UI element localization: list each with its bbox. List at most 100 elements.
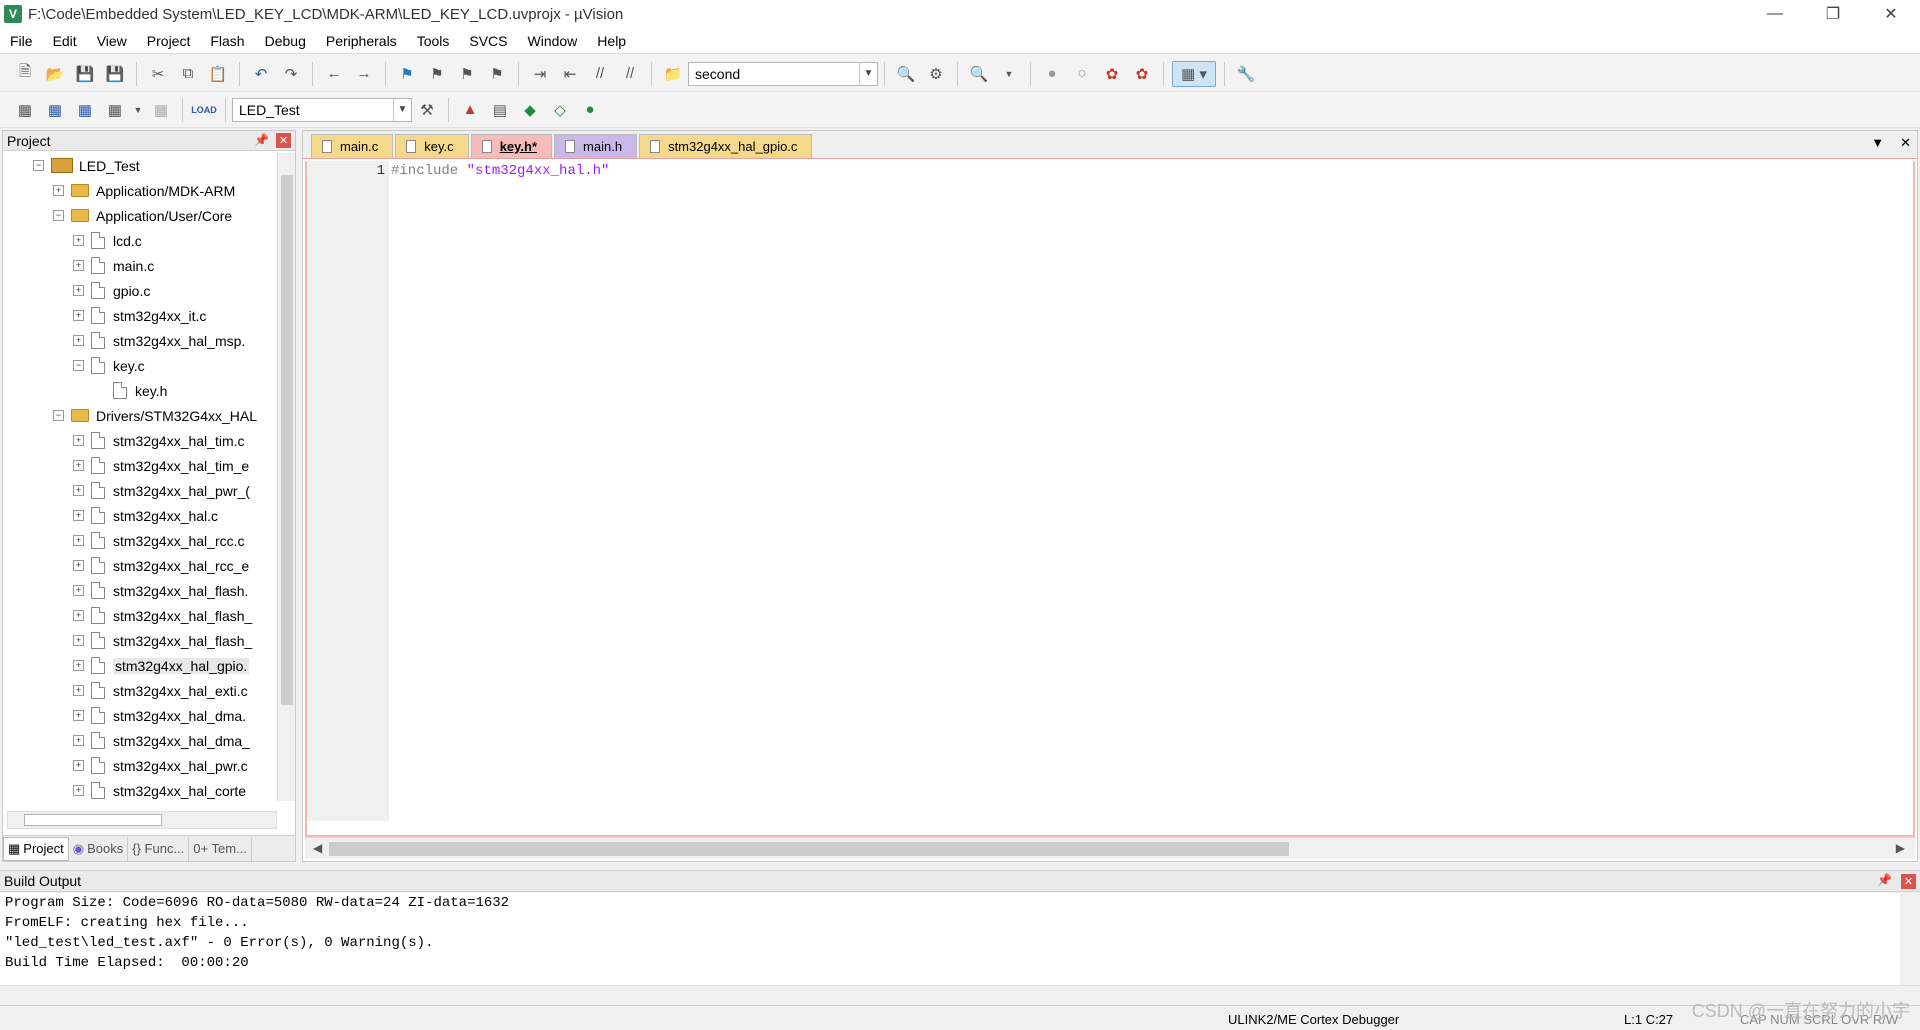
expand-icon[interactable]: + (73, 285, 84, 296)
copy-icon[interactable]: ⧉ (175, 61, 201, 87)
rebuild-icon[interactable]: ▦ (72, 97, 98, 123)
download-icon[interactable]: LOAD (191, 97, 217, 123)
tree-item[interactable]: + stm32g4xx_hal_dma. (3, 703, 277, 728)
tree-item[interactable]: − key.c (3, 353, 277, 378)
menu-edit[interactable]: Edit (43, 28, 87, 54)
code-editor[interactable]: 1 #include "stm32g4xx_hal.h" (305, 161, 1915, 837)
manage-project-items-icon[interactable]: ▲ (457, 97, 483, 123)
select-software-packs-icon[interactable]: ◇ (547, 97, 573, 123)
tree-item[interactable]: + main.c (3, 253, 277, 278)
tab-project[interactable]: ▦ Project (3, 836, 69, 861)
tree-item[interactable]: + stm32g4xx_hal_flash_ (3, 603, 277, 628)
tree-item[interactable]: + stm32g4xx_hal_gpio. (3, 653, 277, 678)
menu-peripherals[interactable]: Peripherals (316, 28, 407, 54)
menu-flash[interactable]: Flash (200, 28, 254, 54)
expand-icon[interactable]: + (73, 535, 84, 546)
collapse-icon[interactable]: − (33, 160, 44, 171)
expand-icon[interactable]: + (53, 185, 64, 196)
close-icon[interactable]: ✕ (1901, 874, 1916, 889)
minimize-button[interactable]: — (1746, 0, 1804, 28)
tree-item[interactable]: + stm32g4xx_hal_tim.c (3, 428, 277, 453)
expand-icon[interactable]: + (73, 735, 84, 746)
editor-horizontal-scrollbar[interactable]: ◀ ▶ (305, 837, 1915, 859)
tree-item[interactable]: key.h (3, 378, 277, 403)
close-icon[interactable]: ✕ (1900, 135, 1911, 151)
bookmark-prev-icon[interactable]: ⚑ (424, 61, 450, 87)
tree-item[interactable]: − LED_Test (3, 153, 277, 178)
expand-icon[interactable]: + (73, 710, 84, 721)
tree-horizontal-scrollbar[interactable] (7, 811, 277, 829)
tree-item[interactable]: + stm32g4xx_hal_exti.c (3, 678, 277, 703)
tree-item[interactable]: + stm32g4xx_hal_pwr_( (3, 478, 277, 503)
collapse-icon[interactable]: − (53, 210, 64, 221)
save-all-icon[interactable]: 💾 (102, 61, 128, 87)
expand-icon[interactable]: + (73, 685, 84, 696)
cut-icon[interactable]: ✂ (145, 61, 171, 87)
indent-icon[interactable]: ⇥ (527, 61, 553, 87)
scrollbar-thumb[interactable] (281, 175, 293, 705)
menu-debug[interactable]: Debug (255, 28, 316, 54)
editor-tab[interactable]: key.c (395, 134, 469, 158)
pin-icon[interactable]: 📌 (1877, 873, 1892, 887)
expand-icon[interactable]: + (73, 560, 84, 571)
close-icon[interactable]: ✕ (276, 133, 291, 148)
start-debug-icon[interactable]: 🔍 (966, 61, 992, 87)
bookmark-clear-icon[interactable]: ⚑ (484, 61, 510, 87)
collapse-icon[interactable]: − (53, 410, 64, 421)
redo-icon[interactable]: ↷ (278, 61, 304, 87)
editor-tab[interactable]: stm32g4xx_hal_gpio.c (639, 134, 813, 158)
tree-item[interactable]: + stm32g4xx_hal_pwr.c (3, 753, 277, 778)
build-output-text[interactable]: Program Size: Code=6096 RO-data=5080 RW-… (0, 893, 1920, 985)
tab-list-dropdown-icon[interactable]: ▼ (1871, 135, 1884, 151)
translate-icon[interactable]: ▦ (12, 97, 38, 123)
tree-item[interactable]: + stm32g4xx_hal_rcc_e (3, 553, 277, 578)
tree-item[interactable]: + stm32g4xx_hal_corte (3, 778, 277, 803)
build-output-vertical-scrollbar[interactable] (1900, 893, 1920, 985)
editor-tab[interactable]: main.c (311, 134, 394, 158)
tree-item[interactable]: + stm32g4xx_hal.c (3, 503, 277, 528)
tree-item[interactable]: + stm32g4xx_hal_rcc.c (3, 528, 277, 553)
tree-item[interactable]: + lcd.c (3, 228, 277, 253)
pack-installer-icon[interactable]: ◆ (517, 97, 543, 123)
target-options-icon[interactable]: ⚒ (414, 97, 440, 123)
scrollbar-thumb[interactable] (24, 814, 162, 826)
breakpoint-insert-icon[interactable]: ● (1039, 61, 1065, 87)
expand-icon[interactable]: + (73, 610, 84, 621)
menu-help[interactable]: Help (587, 28, 636, 54)
nav-forward-icon[interactable]: → (351, 61, 377, 87)
breakpoint-disable-icon[interactable]: ✿ (1099, 61, 1125, 87)
configure-icon[interactable]: 🔧 (1233, 61, 1259, 87)
find-in-files-icon[interactable]: 📁 (660, 61, 686, 87)
expand-icon[interactable]: + (73, 760, 84, 771)
window-layout-icon[interactable]: ▦ ▾ (1172, 60, 1216, 87)
tree-item[interactable]: − Drivers/STM32G4xx_HAL (3, 403, 277, 428)
uncomment-icon[interactable]: // (617, 61, 643, 87)
expand-icon[interactable]: + (73, 235, 84, 246)
comment-icon[interactable]: // (587, 61, 613, 87)
build-icon[interactable]: ▦ (42, 97, 68, 123)
tree-item[interactable]: + stm32g4xx_hal_dma_ (3, 728, 277, 753)
tree-item[interactable]: + Application/MDK-ARM (3, 178, 277, 203)
menu-file[interactable]: File (0, 28, 43, 54)
tree-item[interactable]: − Application/User/Core (3, 203, 277, 228)
expand-icon[interactable]: + (73, 585, 84, 596)
replace-icon[interactable]: ⚙ (923, 61, 949, 87)
batch-dropdown-icon[interactable]: ▼ (132, 97, 144, 123)
expand-icon[interactable]: + (73, 510, 84, 521)
restore-button[interactable]: ❐ (1804, 0, 1862, 28)
tab-templates[interactable]: 0+ Tem... (189, 836, 252, 861)
pin-icon[interactable]: 📌 (254, 133, 269, 147)
tree-item[interactable]: + stm32g4xx_it.c (3, 303, 277, 328)
expand-icon[interactable]: + (73, 310, 84, 321)
batch-build-icon[interactable]: ▦ (102, 97, 128, 123)
breakpoint-enable-icon[interactable]: ○ (1069, 61, 1095, 87)
manage-runtime-icon[interactable]: ● (577, 97, 603, 123)
bookmark-toggle-icon[interactable]: ⚑ (394, 61, 420, 87)
editor-tab[interactable]: main.h (554, 134, 638, 158)
tree-vertical-scrollbar[interactable] (277, 153, 295, 801)
expand-icon[interactable]: + (73, 660, 84, 671)
open-file-icon[interactable]: 📂 (42, 61, 68, 87)
tree-item[interactable]: + stm32g4xx_hal_flash. (3, 578, 277, 603)
menu-svcs[interactable]: SVCS (459, 28, 517, 54)
expand-icon[interactable]: + (73, 635, 84, 646)
